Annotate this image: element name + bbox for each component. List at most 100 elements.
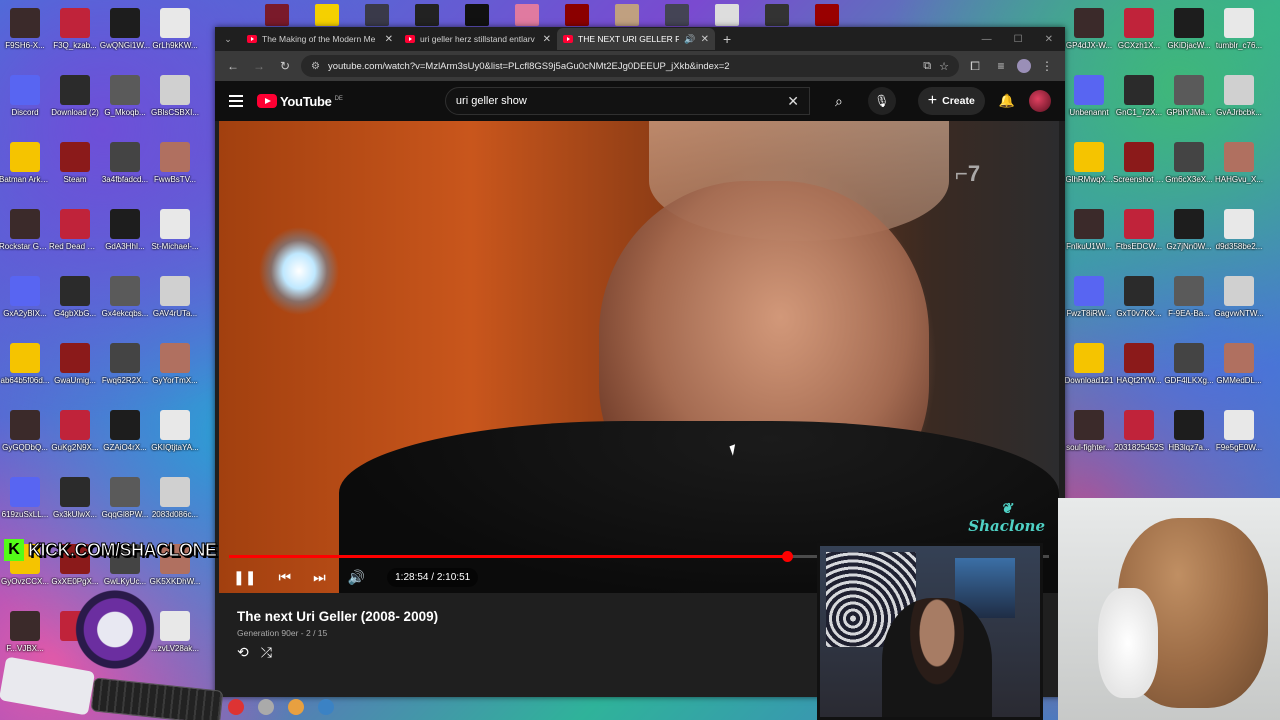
search-icon[interactable]: ⌕ <box>824 87 854 115</box>
app-icon[interactable] <box>258 699 274 715</box>
youtube-logo[interactable]: YouTube DE <box>257 94 343 109</box>
desktop-icon[interactable]: GqqGl8PW... <box>100 473 150 538</box>
url-text[interactable]: youtube.com/watch?v=MzlArm3sUy0&list=PLc… <box>328 61 915 72</box>
desktop-icon[interactable]: Gx3kUlwX... <box>50 473 100 538</box>
media-controls-icon[interactable]: ≡ <box>991 59 1011 73</box>
desktop-icon[interactable]: F3Q_kzab... <box>50 4 100 69</box>
desktop-icon[interactable]: tumblr_c76... <box>1214 4 1264 69</box>
close-tab-icon[interactable]: ✕ <box>543 34 551 45</box>
shuffle-icon[interactable]: ⤮ <box>261 644 272 661</box>
video-player[interactable]: ⌐7 ❦ Shaclone ❚❚ ⏮ ⏭ 🔊 1:28:54 / 2:10:51 <box>219 121 1059 593</box>
reload-icon[interactable]: ↻ <box>275 59 295 73</box>
desktop-icon[interactable]: 2031825452S <box>1114 406 1164 471</box>
desktop-icon[interactable]: Gm6cX3eX... <box>1164 138 1214 203</box>
desktop-thumb[interactable] <box>715 4 739 26</box>
desktop-thumb[interactable] <box>265 4 289 26</box>
desktop-icon[interactable]: Fwq62R2X... <box>100 339 150 404</box>
desktop-icon[interactable]: HB3lqz7a... <box>1164 406 1214 471</box>
volume-icon[interactable]: 🔊 <box>348 569 365 586</box>
create-button[interactable]: + Create <box>917 87 985 115</box>
desktop-icon[interactable]: 3a4fbfadcd... <box>100 138 150 203</box>
desktop-icon[interactable]: Gx4ekcqbs... <box>100 272 150 337</box>
desktop-icon[interactable]: Download (2) <box>50 71 100 136</box>
back-icon[interactable]: ← <box>223 59 243 73</box>
desktop-icon[interactable]: GPbIYJMa... <box>1164 71 1214 136</box>
desktop-icon[interactable]: F9e5gE0W... <box>1214 406 1264 471</box>
previous-icon[interactable]: ⏮ <box>278 569 291 586</box>
desktop-icon[interactable]: GyGQDbQ... <box>0 406 50 471</box>
desktop-icon[interactable]: 619zuSxLL... <box>0 473 50 538</box>
cast-icon[interactable]: ⧉ <box>923 60 931 73</box>
desktop-icon[interactable]: Gz7jNn0W... <box>1164 205 1214 270</box>
desktop-icon[interactable]: GP4dJX-W... <box>1064 4 1114 69</box>
desktop-icon[interactable]: GnC1_72X... <box>1114 71 1164 136</box>
desktop-icon[interactable]: G_Mkoqb... <box>100 71 150 136</box>
desktop-icon[interactable]: GBlsCSBXI... <box>150 71 200 136</box>
desktop-icon[interactable]: Discord <box>0 71 50 136</box>
desktop-thumb[interactable] <box>515 4 539 26</box>
desktop-icon[interactable]: GDF4lLKXg... <box>1164 339 1214 404</box>
desktop-icon[interactable]: GuKg2N9X... <box>50 406 100 471</box>
desktop-icon[interactable]: GxT0v7KX... <box>1114 272 1164 337</box>
address-bar[interactable]: ⚙ youtube.com/watch?v=MzlArm3sUy0&list=P… <box>301 55 959 77</box>
desktop-icon[interactable]: GKIQtjtaYA... <box>150 406 200 471</box>
desktop-icon[interactable]: HAQt2fYW... <box>1114 339 1164 404</box>
minimize-icon[interactable]: — <box>982 34 992 45</box>
bookmark-star-icon[interactable]: ☆ <box>939 60 949 73</box>
microphone-icon[interactable]: 🎙 <box>867 87 896 115</box>
desktop-icon[interactable]: GagvwNTW... <box>1214 272 1264 337</box>
app-icon[interactable] <box>228 699 244 715</box>
desktop-icon[interactable]: Screenshot 2023-06-... <box>1113 138 1165 203</box>
desktop-icon[interactable]: Rockstar Games ... <box>0 205 51 270</box>
browser-menu-icon[interactable]: ⋮ <box>1037 59 1057 73</box>
desktop-icon[interactable]: F-9EA-Ba... <box>1164 272 1214 337</box>
close-window-icon[interactable]: ✕ <box>1045 34 1053 45</box>
desktop-icon[interactable]: GvAJrbcbk... <box>1214 71 1264 136</box>
desktop-icon[interactable]: HAHGvu_X... <box>1214 138 1264 203</box>
desktop-thumb[interactable] <box>315 4 339 26</box>
desktop-icon[interactable]: GdA3HhI... <box>100 205 150 270</box>
new-tab-icon[interactable]: + <box>723 31 731 47</box>
desktop-thumb[interactable] <box>765 4 789 26</box>
profile-avatar[interactable] <box>1017 59 1031 73</box>
tab-making-of[interactable]: The Making of the Modern Me ✕ <box>241 28 399 50</box>
close-tab-icon[interactable]: ✕ <box>701 34 709 45</box>
maximize-icon[interactable]: ☐ <box>1014 34 1023 45</box>
next-icon[interactable]: ⏭ <box>313 569 326 586</box>
desktop-icon[interactable]: soul-fighter... <box>1064 406 1114 471</box>
desktop-icon[interactable]: Steam <box>50 138 100 203</box>
desktop-icon[interactable]: GrLh9kKW... <box>150 4 200 69</box>
desktop-icon[interactable]: GKiDjacW... <box>1164 4 1214 69</box>
search-input[interactable]: uri geller show ✕ <box>444 87 810 115</box>
desktop-icon[interactable]: Batman Arkham As... <box>0 138 51 203</box>
desktop-icon[interactable]: Red Dead Redempti... <box>49 205 101 270</box>
desktop-icon[interactable]: St-Michael-... <box>150 205 200 270</box>
desktop-icon[interactable]: FwwBsTV... <box>150 138 200 203</box>
desktop-icon[interactable]: GwQNGi1W... <box>100 4 150 69</box>
desktop-icon[interactable]: d9d358be2... <box>1214 205 1264 270</box>
desktop-thumb[interactable] <box>615 4 639 26</box>
desktop-icon[interactable]: Unbenannt <box>1064 71 1114 136</box>
desktop-icon[interactable]: GlhRMwqX... <box>1064 138 1114 203</box>
site-info-icon[interactable]: ⚙ <box>311 61 320 72</box>
desktop-icon[interactable]: GxA2yBIX... <box>0 272 50 337</box>
pause-icon[interactable]: ❚❚ <box>233 569 256 586</box>
close-tab-icon[interactable]: ✕ <box>385 34 393 45</box>
desktop-icon[interactable]: FnlkuU1Wl... <box>1064 205 1114 270</box>
clear-search-icon[interactable]: ✕ <box>787 93 799 110</box>
desktop-thumb[interactable] <box>665 4 689 26</box>
app-icon[interactable] <box>288 699 304 715</box>
desktop-icon[interactable]: G4gbXbG... <box>50 272 100 337</box>
desktop-thumb[interactable] <box>465 4 489 26</box>
speaker-icon[interactable]: 🔊 <box>684 34 695 45</box>
desktop-thumb[interactable] <box>415 4 439 26</box>
desktop-thumb[interactable] <box>365 4 389 26</box>
account-avatar[interactable] <box>1029 90 1051 112</box>
loop-icon[interactable]: ⟲ <box>237 644 249 661</box>
notifications-bell-icon[interactable]: 🔔 <box>999 93 1015 109</box>
desktop-thumb[interactable] <box>815 4 839 26</box>
desktop-icon[interactable]: F9SH6-X... <box>0 4 50 69</box>
desktop-icon[interactable]: 2083d086c... <box>150 473 200 538</box>
desktop-icon[interactable]: GwaUmig... <box>50 339 100 404</box>
extensions-icon[interactable]: ⧠ <box>965 59 985 74</box>
